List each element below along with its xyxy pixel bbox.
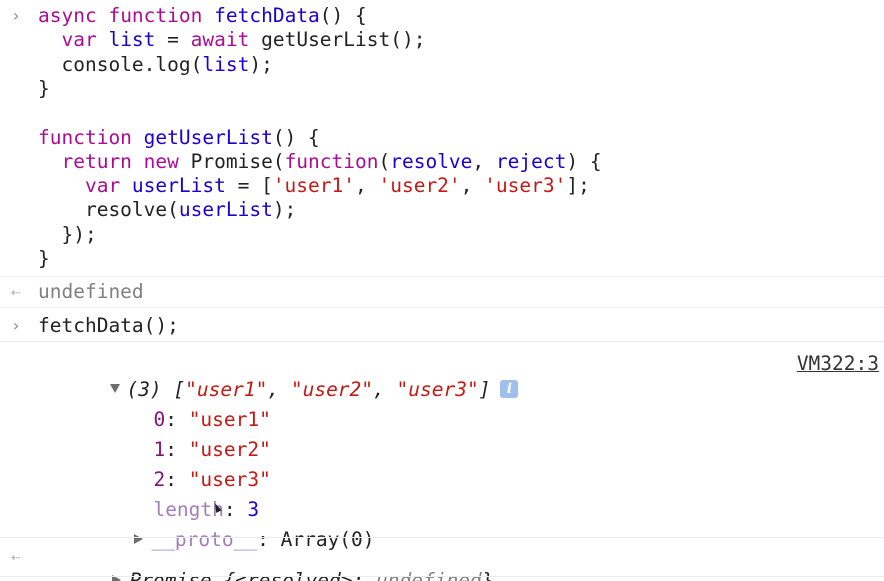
code-token: }	[38, 247, 50, 270]
array-entry: 2: "user3"	[153, 468, 271, 491]
code-token: );	[272, 198, 297, 222]
code-token: function	[108, 4, 215, 27]
code-line: var list = await getUserList();	[38, 28, 425, 52]
code-line: function getUserList() {	[38, 126, 320, 150]
code-token: }	[38, 76, 50, 100]
result-arrow-icon: ⇠	[11, 547, 21, 566]
code-token: ];	[566, 174, 590, 198]
code-token: 'user1'	[272, 174, 355, 198]
code-token: () {	[319, 4, 367, 27]
code-token: ,	[472, 149, 496, 173]
chevron-right-icon: ›	[11, 316, 21, 335]
code-token: userList	[131, 174, 226, 198]
console-result-entry[interactable]: ⇠ Promise {<resolved>: undefined}	[0, 540, 884, 581]
promise-state-value: undefined	[376, 569, 482, 581]
array-entry: 0: "user1"	[153, 408, 271, 431]
devtools-console: › async function fetchData() { var list …	[0, 0, 884, 581]
code-token: });	[38, 222, 97, 246]
console-log-entry: VM322:3 (3) ["user1", "user2", "user3"] i…	[0, 344, 884, 551]
code-token: ,	[460, 174, 485, 198]
code-line: resolve(userList);	[38, 198, 296, 222]
code-token: Promise(	[190, 149, 285, 173]
chevron-right-icon: ›	[11, 6, 21, 25]
code-line: }	[38, 247, 50, 271]
console-input-entry[interactable]: › async function fetchData() { var list …	[0, 2, 884, 270]
code-token: reject	[495, 149, 567, 173]
array-item: "user3"	[396, 378, 479, 401]
code-token: return	[38, 149, 144, 173]
console-result-entry: ⇠ undefined	[0, 279, 884, 305]
code-token: );	[249, 52, 273, 76]
code-token: list	[108, 28, 156, 52]
code-line: async function fetchData() {	[38, 4, 367, 28]
input-code: fetchData();	[38, 314, 179, 337]
source-link[interactable]: VM322:3	[797, 352, 879, 376]
result-value: undefined	[38, 280, 144, 303]
code-line: console.log(list);	[38, 52, 273, 77]
divider	[0, 307, 884, 308]
array-entry: 1: "user2"	[153, 438, 271, 461]
info-icon[interactable]: i	[500, 379, 519, 398]
code-token: function	[38, 125, 144, 149]
code-token: var	[38, 174, 132, 198]
code-token: resolve(	[38, 198, 179, 222]
divider	[0, 576, 884, 577]
code-token: console.log(	[38, 52, 203, 76]
code-token: async	[38, 4, 109, 27]
divider	[0, 341, 884, 342]
array-length: length: 3	[153, 498, 260, 521]
code-token: ,	[355, 174, 379, 198]
code-line: return new Promise(function(resolve, rej…	[38, 149, 602, 174]
code-token: ) {	[566, 149, 602, 173]
code-token: new	[143, 149, 191, 173]
code-token: userList	[178, 198, 273, 222]
code-token: fetchData	[214, 4, 320, 27]
divider	[0, 276, 884, 277]
code-token: () {	[272, 125, 320, 149]
code-token: function	[284, 149, 379, 173]
code-token: 'user3'	[484, 174, 567, 198]
code-token: resolve	[390, 149, 473, 173]
array-proto[interactable]: __proto__: Array(0)	[64, 504, 375, 551]
array-item: "user2"	[290, 378, 374, 401]
code-token: =	[155, 28, 191, 52]
code-line: });	[38, 222, 97, 247]
code-token: getUserList();	[261, 28, 426, 52]
code-token: var	[38, 28, 109, 52]
code-token: getUserList	[143, 125, 273, 149]
promise-label: Promise	[129, 569, 224, 581]
code-token: = [	[225, 174, 273, 198]
console-input-entry[interactable]: › fetchData();	[0, 310, 884, 338]
code-line: }	[38, 77, 50, 101]
divider	[0, 537, 884, 538]
result-arrow-icon: ⇠	[11, 282, 21, 301]
code-line: var userList = ['user1', 'user2', 'user3…	[38, 174, 590, 198]
promise-summary[interactable]: Promise {<resolved>: undefined}	[42, 545, 493, 581]
promise-state-key: <resolved>	[235, 569, 353, 581]
code-token: list	[202, 52, 250, 76]
code-token: await	[190, 28, 262, 52]
code-token: 'user2'	[378, 174, 461, 198]
code-token: (	[378, 149, 391, 173]
array-summary[interactable]: (3) ["user1", "user2", "user3"] i	[40, 354, 519, 401]
